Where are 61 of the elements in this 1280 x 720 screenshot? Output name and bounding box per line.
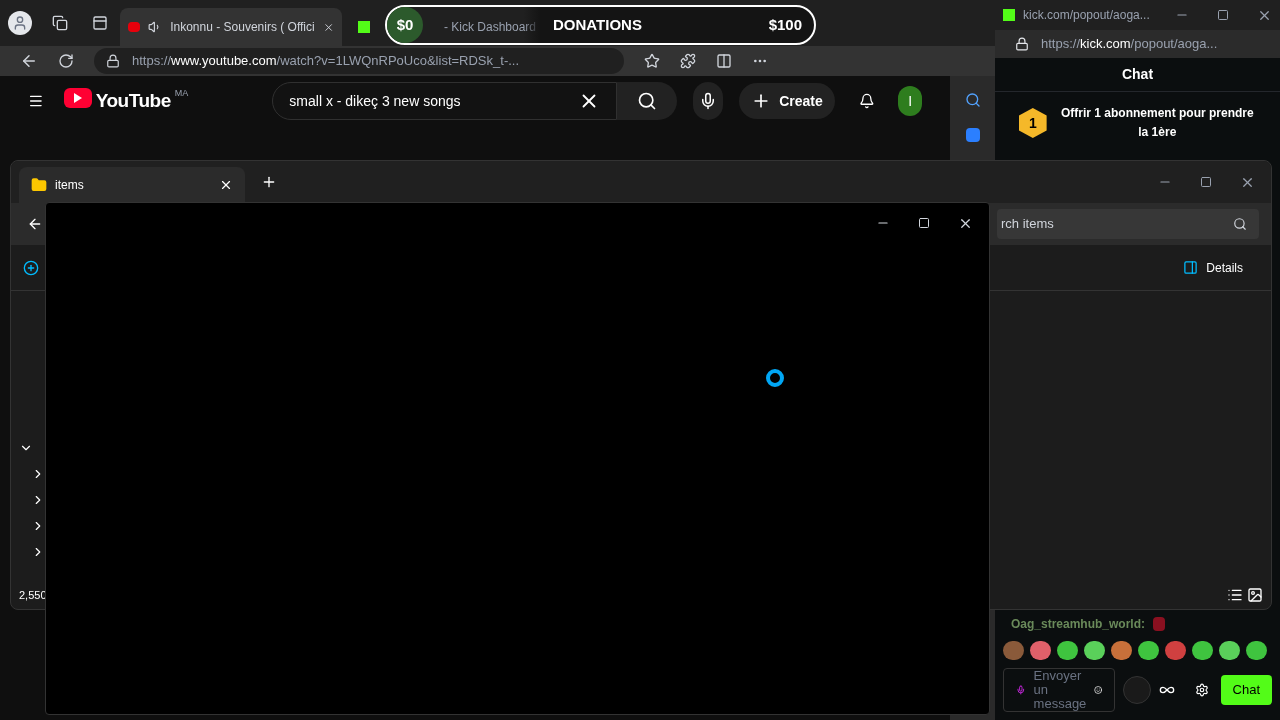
input-placeholder: Envoyer un message (1033, 669, 1086, 711)
close-tab-icon[interactable] (219, 178, 233, 192)
url-text: https://www.youtube.com/watch?v=1LWQnRPoUco&list=RDSk_t-... (132, 52, 520, 71)
list-view-icon[interactable] (1227, 587, 1243, 603)
folder-icon (31, 177, 47, 193)
tab-title: Inkonnu - Souvenirs ( Offici (170, 19, 315, 36)
new-item-icon[interactable] (23, 259, 39, 276)
donations-label: DONATIONS (553, 14, 642, 35)
donations-current: $0 (396, 14, 414, 35)
url-text: https://kick.com/popout/aoga... (1041, 35, 1218, 54)
search-text: small x - dikeç 3 new songs (289, 91, 461, 111)
browser-tab[interactable]: Inkonnu - Souvenirs ( Offici (120, 8, 342, 46)
search-icon (637, 91, 658, 111)
search-button[interactable] (617, 82, 678, 120)
message-input[interactable]: Envoyer un message (1003, 668, 1115, 712)
favorite-icon[interactable] (644, 53, 660, 69)
tab-title: - Kick Dashboard (444, 19, 537, 36)
split-screen-icon[interactable] (716, 53, 732, 69)
tab-title: items (55, 177, 84, 194)
donations-goal: $100 (768, 14, 802, 35)
maximize-icon[interactable] (1217, 9, 1229, 21)
grid-view-icon[interactable] (1247, 587, 1263, 603)
details-button[interactable]: Details (1183, 258, 1259, 277)
back-icon[interactable] (27, 216, 43, 232)
region-label: MA (174, 86, 189, 100)
gift-badge: 1 (1019, 108, 1047, 138)
tab-actions-icon[interactable] (92, 15, 108, 31)
gift-text: Offrir 1 abonnement pour prendre la 1ère (1059, 105, 1255, 141)
back-icon[interactable] (20, 52, 38, 70)
search-field[interactable]: rch items (997, 209, 1259, 239)
details-pane-icon (1183, 260, 1199, 275)
window-title: kick.com/popout/aoga... (1023, 7, 1150, 24)
send-chat-button[interactable]: Chat (1220, 675, 1272, 705)
search-field[interactable]: small x - dikeç 3 new songs (272, 82, 618, 120)
sidebar-app-icon[interactable] (965, 128, 980, 142)
account-avatar[interactable]: I (898, 86, 922, 116)
voice-search-button[interactable] (693, 82, 724, 120)
chat-username: Oag_streamhub_world: (1011, 616, 1146, 633)
chat-header: Chat (1121, 65, 1154, 84)
youtube-logo-icon (63, 87, 92, 108)
create-button[interactable]: Create (739, 83, 835, 119)
address-bar[interactable]: https://www.youtube.com/watch?v=1LWQnRPoUco&list=RDSk_t-... (94, 48, 624, 74)
logo-text: YouTube (95, 88, 171, 113)
maximize-icon[interactable] (1200, 176, 1212, 188)
notifications-icon[interactable] (858, 91, 875, 111)
lock-icon (106, 54, 120, 68)
search-placeholder: rch items (1001, 215, 1054, 234)
lock-icon (1015, 37, 1029, 51)
search-icon (1233, 217, 1247, 231)
settings-icon[interactable] (1195, 683, 1209, 697)
new-tab-icon[interactable] (261, 174, 277, 190)
extensions-icon[interactable] (680, 53, 696, 69)
workspaces-icon[interactable] (52, 15, 68, 31)
browser-tab[interactable]: - Kick Dashboard (436, 8, 545, 46)
search-icon[interactable] (964, 92, 981, 108)
maximize-icon[interactable] (918, 217, 930, 229)
explorer-tab[interactable]: items (19, 167, 245, 203)
reload-icon[interactable] (58, 53, 74, 69)
profile-avatar[interactable] (8, 11, 32, 35)
microphone-icon[interactable] (1016, 682, 1026, 698)
emoji-icon[interactable] (1093, 683, 1102, 697)
